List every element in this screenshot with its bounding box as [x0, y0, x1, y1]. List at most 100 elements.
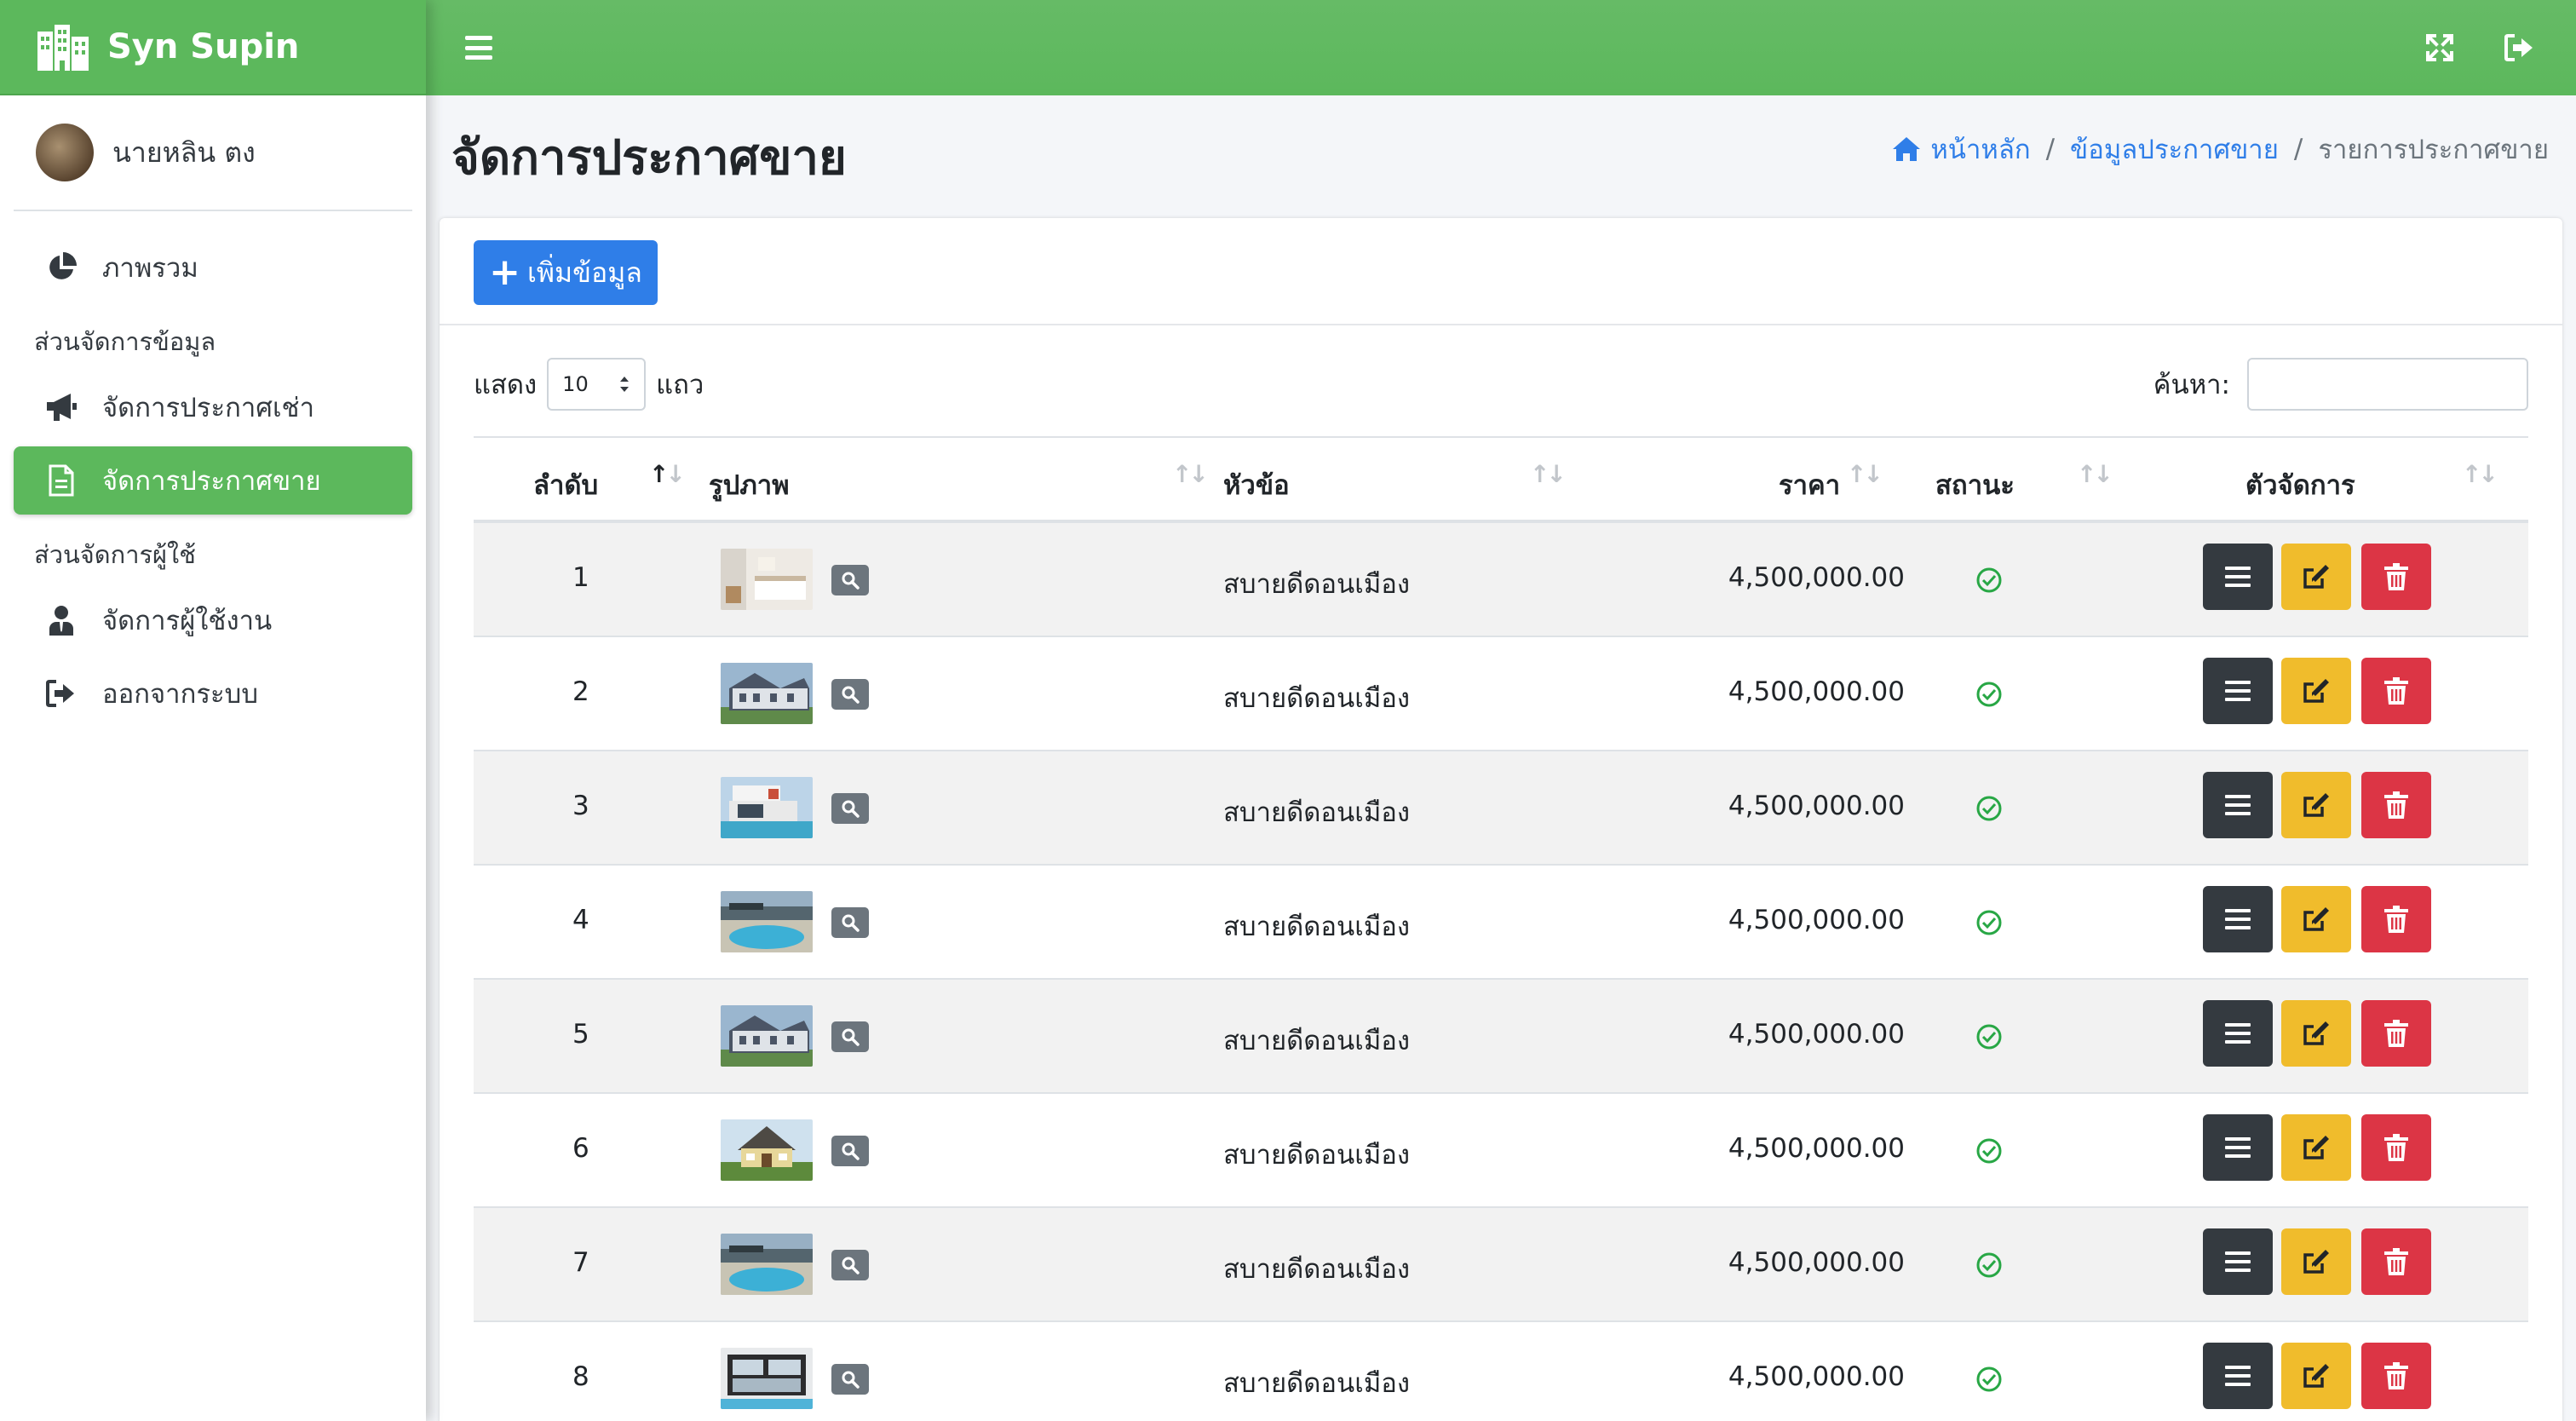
sidebar-item-label: ภาพรวม	[102, 253, 198, 284]
column-header-price[interactable]: ราคา	[1779, 463, 1840, 506]
list-icon	[2225, 1251, 2251, 1272]
listing-title: สบายดีดอนเมือง	[1223, 1140, 1411, 1171]
check-circle-icon	[1976, 682, 2002, 707]
zoom-image-button[interactable]	[831, 1136, 869, 1166]
listing-thumbnail	[721, 891, 813, 952]
search-label: ค้นหา:	[2153, 370, 2230, 400]
sort-asc-icon[interactable]: ↑↓	[649, 460, 686, 488]
edit-button[interactable]	[2281, 1000, 2351, 1067]
edit-icon	[2303, 793, 2329, 817]
edit-button[interactable]	[2281, 1343, 2351, 1409]
user-name[interactable]: นายหลิน ตง	[112, 131, 256, 175]
column-header-status[interactable]: สถานะ	[1935, 463, 2015, 506]
view-details-button[interactable]	[2203, 544, 2273, 610]
view-details-button[interactable]	[2203, 886, 2273, 952]
listing-title: สบายดีดอนเมือง	[1223, 683, 1411, 714]
expand-icon[interactable]	[2424, 32, 2455, 63]
sort-icon[interactable]: ↑↓	[1172, 460, 1209, 488]
zoom-image-button[interactable]	[831, 679, 869, 710]
view-details-button[interactable]	[2203, 658, 2273, 724]
sort-icon[interactable]: ↑↓	[2077, 460, 2113, 488]
search-icon	[842, 914, 860, 932]
trash-icon	[2384, 791, 2408, 819]
zoom-image-button[interactable]	[831, 1250, 869, 1280]
sidebar-item-label: จัดการประกาศขาย	[102, 466, 321, 497]
delete-button[interactable]	[2361, 772, 2431, 838]
delete-button[interactable]	[2361, 1343, 2431, 1409]
sort-icon[interactable]: ↑↓	[1530, 460, 1567, 488]
sign-out-icon[interactable]	[2504, 32, 2535, 63]
sign-out-icon	[44, 676, 78, 710]
file-alt-icon	[44, 463, 78, 498]
delete-button[interactable]	[2361, 1114, 2431, 1181]
nav-header-data: ส่วนจัดการข้อมูล	[34, 327, 216, 356]
hamburger-icon[interactable]	[465, 36, 492, 60]
zoom-image-button[interactable]	[831, 907, 869, 938]
listing-thumbnail	[721, 549, 813, 610]
user-panel[interactable]: นายหลิน ตง	[14, 95, 412, 211]
view-details-button[interactable]	[2203, 1114, 2273, 1181]
breadcrumb-data[interactable]: ข้อมูลประกาศขาย	[2070, 128, 2279, 170]
view-details-button[interactable]	[2203, 1000, 2273, 1067]
listing-thumbnail	[721, 1348, 813, 1409]
view-details-button[interactable]	[2203, 1343, 2273, 1409]
listing-table: ลำดับ ↑↓ รูปภาพ ↑↓ หัวข้อ ↑↓ ราคา ↑↓ สถา…	[474, 436, 2528, 1421]
home-icon[interactable]	[1891, 135, 1922, 163]
search-input[interactable]	[2247, 358, 2528, 411]
column-header-image[interactable]: รูปภาพ	[709, 463, 790, 506]
edit-button[interactable]	[2281, 886, 2351, 952]
view-details-button[interactable]	[2203, 772, 2273, 838]
delete-button[interactable]	[2361, 658, 2431, 724]
zoom-image-button[interactable]	[831, 565, 869, 595]
column-header-title[interactable]: หัวข้อ	[1223, 463, 1290, 506]
delete-button[interactable]	[2361, 544, 2431, 610]
delete-button[interactable]	[2361, 1228, 2431, 1295]
column-header-actions[interactable]: ตัวจัดการ	[2245, 463, 2355, 506]
sort-icon[interactable]: ↑↓	[1847, 460, 1883, 488]
table-row: 3 สบายดีดอนเมือง 4,500,000.00	[474, 751, 2528, 866]
view-details-button[interactable]	[2203, 1228, 2273, 1295]
sidebar-item-users[interactable]: จัดการผู้ใช้งาน	[14, 586, 412, 654]
page-size-select[interactable]: 10	[547, 358, 647, 411]
row-number: 7	[572, 1247, 589, 1278]
brand-link[interactable]: Syn Supin	[0, 0, 426, 95]
zoom-image-button[interactable]	[831, 1364, 869, 1395]
search-icon	[842, 686, 860, 704]
sidebar-item-rent[interactable]: จัดการประกาศเช่า	[14, 373, 412, 441]
table-row: 1 สบายดีดอนเมือง 4,500,000.00	[474, 523, 2528, 637]
edit-button[interactable]	[2281, 658, 2351, 724]
check-circle-icon	[1976, 1138, 2002, 1164]
table-header: ลำดับ ↑↓ รูปภาพ ↑↓ หัวข้อ ↑↓ ราคา ↑↓ สถา…	[474, 436, 2528, 523]
breadcrumb-home[interactable]: หน้าหลัก	[1930, 128, 2030, 170]
row-number: 4	[572, 905, 589, 935]
list-icon	[2225, 1366, 2251, 1386]
delete-button[interactable]	[2361, 1000, 2431, 1067]
edit-button[interactable]	[2281, 772, 2351, 838]
row-number: 6	[572, 1133, 589, 1164]
delete-button[interactable]	[2361, 886, 2431, 952]
sort-icon[interactable]: ↑↓	[2462, 460, 2498, 488]
zoom-image-button[interactable]	[831, 1021, 869, 1052]
breadcrumb-separator: /	[2293, 134, 2303, 164]
select-arrows-icon	[620, 377, 630, 392]
add-button[interactable]: + เพิ่มข้อมูล	[474, 240, 658, 305]
listing-price: 4,500,000.00	[1728, 1361, 1905, 1392]
sidebar-item-label: จัดการประกาศเช่า	[102, 393, 314, 423]
edit-button[interactable]	[2281, 1114, 2351, 1181]
column-header-no[interactable]: ลำดับ	[533, 463, 598, 506]
bullhorn-icon	[44, 390, 78, 424]
edit-button[interactable]	[2281, 1228, 2351, 1295]
sidebar-item-logout[interactable]: ออกจากระบบ	[14, 659, 412, 728]
list-icon	[2225, 1023, 2251, 1044]
zoom-image-button[interactable]	[831, 793, 869, 824]
sidebar-item-overview[interactable]: ภาพรวม	[14, 233, 412, 302]
page-length-control: แสดง 10 แถว	[474, 358, 704, 411]
search-icon	[842, 1371, 860, 1389]
trash-icon	[2384, 677, 2408, 705]
trash-icon	[2384, 906, 2408, 933]
edit-button[interactable]	[2281, 544, 2351, 610]
breadcrumb-separator: /	[2045, 134, 2056, 164]
sidebar-item-sale[interactable]: จัดการประกาศขาย	[14, 446, 412, 515]
avatar	[36, 124, 94, 181]
table-row: 8 สบายดีดอนเมือง 4,500,000.00	[474, 1322, 2528, 1421]
